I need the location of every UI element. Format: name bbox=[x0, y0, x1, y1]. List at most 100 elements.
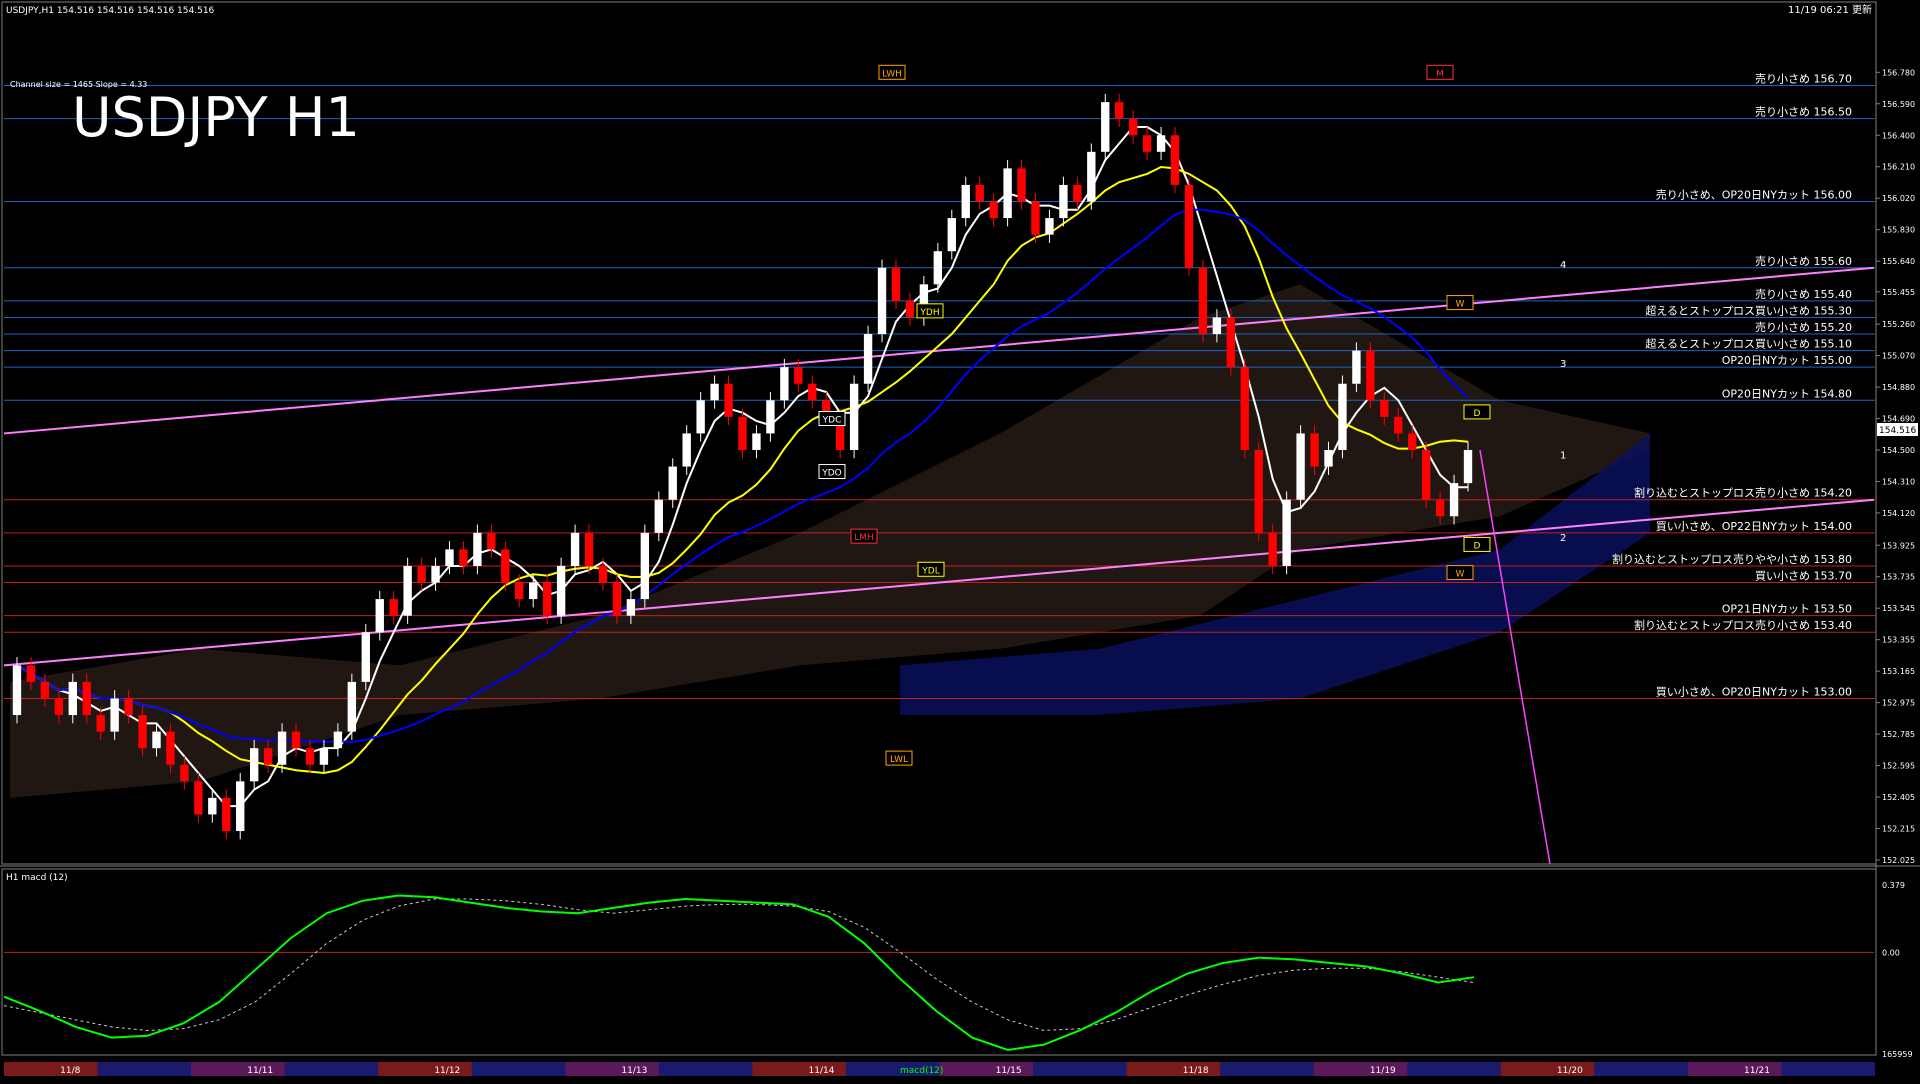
candle-body bbox=[1408, 433, 1417, 450]
level-label: 割り込むとストップロス売りやや小さめ 153.80 bbox=[1612, 552, 1852, 566]
macd-tick-label: 0.00 bbox=[1882, 948, 1900, 957]
candle-body bbox=[1017, 168, 1026, 202]
candle-body bbox=[40, 681, 50, 699]
level-label: 売り小さめ 155.40 bbox=[1755, 288, 1852, 301]
candle-body bbox=[905, 300, 915, 318]
candle-body bbox=[249, 748, 259, 782]
candle-body bbox=[347, 681, 357, 732]
marker-label: W bbox=[1456, 570, 1465, 580]
price-tick-label: 155.455 bbox=[1882, 288, 1915, 297]
level-label: 割り込むとストップロス売り小さめ 153.40 bbox=[1634, 618, 1852, 632]
candle-body bbox=[12, 665, 22, 716]
candle-body bbox=[1268, 532, 1277, 566]
price-tick-label: 156.400 bbox=[1882, 131, 1915, 140]
candle-body bbox=[180, 764, 189, 782]
candle-body bbox=[1324, 450, 1333, 467]
price-tick-label: 155.830 bbox=[1882, 226, 1915, 235]
candle-body bbox=[1296, 433, 1305, 500]
price-tick-label: 152.595 bbox=[1882, 762, 1915, 771]
marker-label: W bbox=[1456, 300, 1465, 310]
marker-label: YDH bbox=[919, 308, 939, 318]
candle-body bbox=[1101, 102, 1110, 152]
candle-body bbox=[975, 184, 984, 202]
candle-body bbox=[570, 532, 580, 566]
candle-body bbox=[863, 334, 873, 384]
marker-label: D bbox=[1474, 409, 1481, 419]
candle-body bbox=[1394, 416, 1403, 434]
candle-body bbox=[305, 748, 315, 765]
candle-body bbox=[1338, 383, 1347, 450]
candle-body bbox=[598, 565, 608, 583]
candle-body bbox=[1170, 135, 1180, 185]
chart-title: USDJPY H1 bbox=[72, 86, 360, 149]
candle-body bbox=[696, 400, 705, 434]
marker-label: M bbox=[1436, 69, 1444, 79]
candle-body bbox=[654, 499, 663, 533]
candle-body bbox=[933, 251, 943, 285]
candle-body bbox=[1366, 350, 1375, 401]
price-tick-label: 152.975 bbox=[1882, 699, 1915, 708]
candle-body bbox=[1240, 367, 1249, 450]
price-tick-label: 153.925 bbox=[1882, 541, 1915, 550]
time-tick-label: 11/14 bbox=[809, 1066, 835, 1076]
time-tick-label: 11/20 bbox=[1557, 1066, 1583, 1076]
price-tick-label: 153.735 bbox=[1882, 573, 1915, 582]
candle-body bbox=[1282, 499, 1291, 566]
candle-body bbox=[724, 383, 733, 417]
candle-body bbox=[1142, 135, 1152, 152]
level-label: 売り小さめ 155.20 bbox=[1755, 321, 1852, 334]
price-tick-label: 152.215 bbox=[1882, 825, 1915, 834]
level-label: 売り小さめ 155.60 bbox=[1755, 255, 1852, 268]
candle-body bbox=[361, 632, 370, 682]
candle-body bbox=[1045, 218, 1054, 235]
candle-body bbox=[82, 681, 91, 716]
marker-label: D bbox=[1474, 541, 1481, 551]
chart-window[interactable]: 売り小さめ 156.70 売り小さめ 156.50 売り小さめ、OP20日NYカット… bbox=[0, 0, 1920, 1080]
candle-body bbox=[891, 267, 901, 301]
candle-body bbox=[1310, 433, 1319, 467]
candle-body bbox=[1087, 151, 1096, 202]
candle-body bbox=[1059, 184, 1068, 219]
candle-body bbox=[1073, 184, 1082, 202]
chart-svg[interactable]: 売り小さめ 156.70 売り小さめ 156.50 売り小さめ、OP20日NYカット… bbox=[0, 0, 1920, 1080]
marker-label: LMH bbox=[854, 533, 874, 543]
candle-body bbox=[542, 582, 552, 616]
marker-label: YDC bbox=[822, 416, 842, 426]
price-tick-label: 154.500 bbox=[1882, 446, 1915, 455]
time-tick-label: 11/13 bbox=[621, 1066, 647, 1076]
candle-body bbox=[515, 582, 524, 600]
level-label: 売り小さめ 156.70 bbox=[1755, 73, 1852, 86]
candle-body bbox=[626, 599, 636, 616]
level-label: 割り込むとストップロス売り小さめ 154.20 bbox=[1634, 486, 1852, 500]
channel-label: 4 bbox=[1560, 260, 1566, 271]
time-tick-label: 11/8 bbox=[60, 1066, 80, 1076]
price-tick-label: 153.545 bbox=[1882, 604, 1915, 613]
price-tick-label: 156.590 bbox=[1882, 100, 1915, 109]
candle-body bbox=[68, 681, 77, 716]
price-tick-label: 153.355 bbox=[1882, 636, 1915, 645]
candle-body bbox=[110, 698, 119, 732]
time-axis-segment bbox=[4, 1062, 98, 1076]
symbol-info: USDJPY,H1 154.516 154.516 154.516 154.51… bbox=[6, 6, 215, 16]
candle-body bbox=[1212, 317, 1222, 335]
macd-title: H1 macd (12) bbox=[6, 873, 68, 883]
candle-body bbox=[319, 748, 329, 765]
candle-body bbox=[780, 367, 789, 401]
candle-body bbox=[584, 532, 594, 566]
channel-label: 2 bbox=[1560, 533, 1566, 544]
candle-body bbox=[1463, 450, 1473, 484]
candle-body bbox=[1449, 483, 1459, 517]
price-tick-label: 153.165 bbox=[1882, 667, 1915, 676]
candle-body bbox=[808, 383, 817, 401]
candle-body bbox=[794, 367, 803, 384]
candle-body bbox=[1003, 168, 1012, 219]
channel-label: 1 bbox=[1560, 450, 1566, 461]
price-tick-label: 155.260 bbox=[1882, 320, 1915, 329]
level-label: 超えるとストップロス買い小さめ 155.30 bbox=[1645, 303, 1852, 317]
marker-label: YDO bbox=[821, 469, 842, 479]
indicator-tag: macd(12) bbox=[900, 1066, 943, 1076]
candle-body bbox=[375, 599, 384, 633]
candle-body bbox=[738, 416, 747, 450]
level-label: OP21日NYカット 153.50 bbox=[1722, 603, 1852, 616]
candle-body bbox=[1156, 135, 1166, 152]
